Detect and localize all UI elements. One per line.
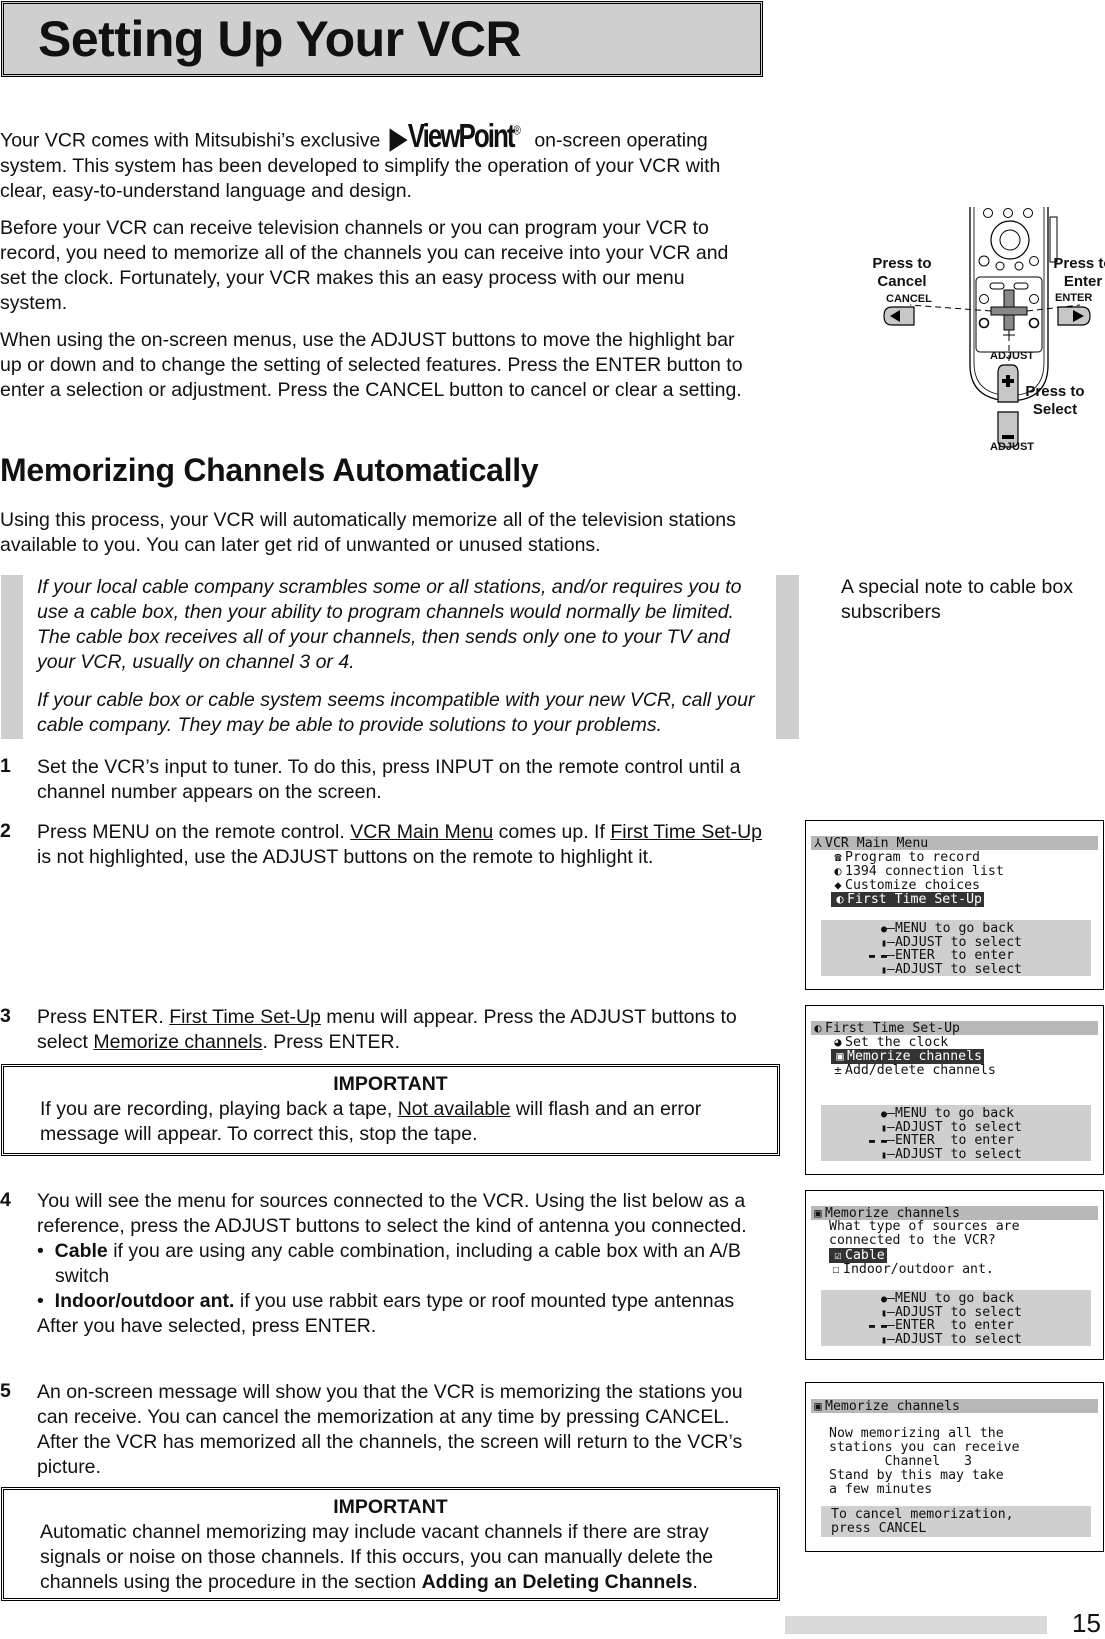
osd-cancel-line-1: To cancel memorization, <box>831 1507 1014 1522</box>
disc-icon: ◐ <box>836 892 844 906</box>
step-1-number: 1 <box>0 755 11 777</box>
adjust-down-icon: ▮ <box>880 964 887 976</box>
step-1-text: Set the VCR’s input to tuner. To do this… <box>37 756 741 803</box>
osd-message-line: Stand by this may take <box>829 1468 1004 1483</box>
adjust-up-label: ADJUST <box>990 350 1035 362</box>
intro-paragraph-1: Your VCR comes with Mitsubishi’s exclusi… <box>0 115 721 202</box>
osd-option-indoor-outdoor: ☐ Indoor/outdoor ant. <box>829 1262 993 1277</box>
tv-icon: ▣ <box>836 1049 844 1063</box>
osd-menu-item: ☎ Program to record <box>831 850 980 865</box>
osd-menu-item: ± Add/delete channels <box>831 1063 995 1078</box>
press-to-enter-label: Press to Enter <box>1053 255 1105 290</box>
enter-button-label: ENTER <box>1055 292 1093 304</box>
tv-icon: ▣ <box>814 1206 822 1220</box>
osd-help-line-adjust-down: ▮—ADJUST to select <box>839 1332 1022 1347</box>
osd-cancel-box: To cancel memorization, press CANCEL <box>821 1506 1091 1537</box>
osd-menu-item: ◐ 1394 connection list <box>831 864 1003 879</box>
antenna-icon: ⅄ <box>814 836 822 850</box>
osd-screen-memorizing: ▣ Memorize channels Now memorizing all th… <box>805 1382 1104 1552</box>
checkbox-checked-icon: ☑ <box>834 1248 842 1262</box>
cable-note-paragraph-1: If your local cable company scrambles so… <box>37 576 742 673</box>
cube-icon: ◆ <box>834 878 842 892</box>
important-heading-2: IMPORTANT <box>333 1496 448 1518</box>
checkbox-empty-icon: ☐ <box>832 1262 840 1276</box>
cable-note-side-label: A special note to cable box subscribers <box>841 576 1073 623</box>
important-box-1: IMPORTANT If you are recording, playing … <box>1 1064 780 1156</box>
section-heading: Memorizing Channels Automatically <box>0 452 539 488</box>
important-text-2: Automatic channel memorizing may include… <box>40 1521 714 1593</box>
osd-question-line-2: connected to the VCR? <box>829 1233 996 1248</box>
osd-help-box: ●—MENU to go back ▮—ADJUST to select ▬ ▬—E… <box>821 1290 1091 1346</box>
osd-screen-first-time-setup: ◐ First Time Set-Up ◕ Set the clock ▣ Memor… <box>805 1005 1104 1175</box>
adjust-down-icon: ▮ <box>880 1334 887 1346</box>
osd-option-cable: ☑ Cable <box>829 1248 887 1263</box>
step-5-number: 5 <box>0 1380 11 1402</box>
osd-menu-item: ◕ Set the clock <box>831 1035 948 1050</box>
osd-message-line: Now memorizing all the <box>829 1426 1004 1441</box>
note-bar-left <box>1 575 23 739</box>
footer-bar <box>785 1616 1047 1634</box>
step-4-number: 4 <box>0 1189 11 1211</box>
disc-icon: ◐ <box>834 864 842 878</box>
step-4-bullet-cable: • Cable if you are using any cable combi… <box>37 1240 741 1287</box>
osd-message-line: a few minutes <box>829 1482 933 1497</box>
step-2-text: Press MENU on the remote control. VCR Ma… <box>37 821 763 868</box>
cable-note: If your local cable company scrambles so… <box>37 575 772 751</box>
section-intro: Using this process, your VCR will automa… <box>0 509 736 556</box>
cable-note-paragraph-2: If your cable box or cable system seems … <box>37 689 755 736</box>
osd-screen-vcr-main-menu: ⅄ VCR Main Menu ☎ Program to record ◐ 1394 … <box>805 820 1104 990</box>
osd-title-bar: ▣ Memorize channels <box>811 1206 1098 1221</box>
important-box-2: IMPORTANT Automatic channel memorizing m… <box>1 1487 780 1601</box>
disc-icon: ◐ <box>814 1021 822 1035</box>
note-bar-right <box>776 575 799 739</box>
title-box: Setting Up Your VCR <box>1 1 763 77</box>
press-to-cancel-label: Press to Cancel <box>872 255 932 290</box>
osd-cancel-line-2: press CANCEL <box>831 1521 927 1536</box>
adjust-down-label: ADJUST <box>990 441 1035 453</box>
press-to-select-label: Press to Select <box>1025 383 1085 418</box>
osd-help-line-adjust-down: ▮—ADJUST to select <box>839 962 1022 977</box>
step-2-number: 2 <box>0 820 11 842</box>
osd-help-box: ●—MENU to go back ▮—ADJUST to select ▬ ▬—E… <box>821 920 1091 976</box>
intro-text: Your VCR comes with Mitsubishi’s exclusi… <box>0 115 745 415</box>
osd-screen-memorize-source: ▣ Memorize channels What type of sources … <box>805 1190 1104 1360</box>
important-text-1: If you are recording, playing back a tap… <box>40 1098 702 1145</box>
adjust-down-icon: ▮ <box>880 1149 887 1161</box>
intro-paragraph-3: When using the on-screen menus, use the … <box>0 328 743 401</box>
page-number: 15 <box>1072 1608 1101 1638</box>
step-5-text: An on-screen message will show you that … <box>37 1381 743 1478</box>
viewpoint-logo: ▶ViewPoint® <box>389 115 521 155</box>
osd-help-line-adjust-down: ▮—ADJUST to select <box>839 1147 1022 1162</box>
play-triangle-icon: ▶ <box>389 121 407 154</box>
alarm-clock-icon: ☎ <box>834 850 842 864</box>
cancel-button-label: CANCEL <box>886 293 932 305</box>
remote-diagram: Press to Cancel Press to Enter Press to … <box>870 195 1105 460</box>
osd-menu-item-selected: ◐ First Time Set-Up <box>831 892 984 907</box>
step-3-text: Press ENTER. First Time Set-Up menu will… <box>37 1006 737 1053</box>
osd-title-bar: ◐ First Time Set-Up <box>811 1021 1098 1036</box>
osd-menu-item-selected: ▣ Memorize channels <box>831 1049 984 1064</box>
step-3-number: 3 <box>0 1005 11 1027</box>
remote-control-illustration <box>883 207 1091 448</box>
page-title: Setting Up Your VCR <box>38 11 522 67</box>
important-heading-1: IMPORTANT <box>333 1073 448 1095</box>
osd-menu-item: ◆ Customize choices <box>831 878 980 893</box>
intro-paragraph-2: Before your VCR can receive television c… <box>0 216 729 314</box>
osd-channel-line: Channel 3 <box>829 1454 972 1469</box>
step-4-text: You will see the menu for sources connec… <box>37 1189 767 1339</box>
osd-question-line-1: What type of sources are <box>829 1219 1020 1234</box>
osd-help-box: ●—MENU to go back ▮—ADJUST to select ▬ ▬—E… <box>821 1105 1091 1161</box>
clock-icon: ◕ <box>834 1035 842 1049</box>
osd-title-bar: ⅄ VCR Main Menu <box>811 836 1098 851</box>
step-4-bullet-indoor: • Indoor/outdoor ant. if you use rabbit … <box>37 1290 735 1312</box>
tv-icon: ▣ <box>814 1399 822 1413</box>
osd-title-bar: ▣ Memorize channels <box>811 1399 1098 1414</box>
osd-message-line: stations you can receive <box>829 1440 1020 1455</box>
add-delete-icon: ± <box>834 1063 842 1077</box>
